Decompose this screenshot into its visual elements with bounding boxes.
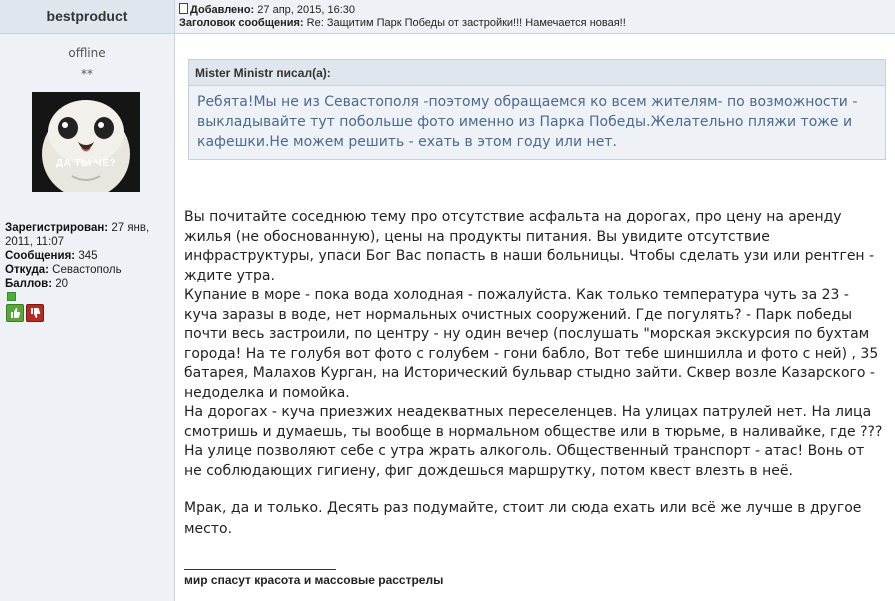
online-status: offline [68,46,106,60]
post-link-icon[interactable] [179,3,188,14]
added-value: 27 апр, 2015, 16:30 [257,4,355,16]
added-label: Добавлено: [190,4,255,16]
body-paragraph: Вы почитайте соседнюю тему про отсутстви… [184,209,875,284]
quote-text: Ребята!Мы не из Севастополя -поэтому обр… [197,94,858,150]
forum-post: bestproduct offline ** ДА ТЫ ЧЁ? Зарегис… [0,0,895,601]
post-closing: Мрак, да и только. Десять раз подумайте,… [184,500,862,537]
online-indicator-icon [7,292,16,301]
points-label: Баллов: [5,278,53,290]
profile-info: Зарегистрирован: 27 янв, 2011, 11:07 Соо… [5,221,165,291]
posts-label: Сообщения: [5,250,76,262]
avatar: ДА ТЫ ЧЁ? [32,92,140,192]
quote-box: Mister Ministr писал(а): Ребята!Мы не из… [188,59,886,160]
from-label: Откуда: [5,264,49,276]
posts-row: Сообщения: 345 [5,249,165,263]
vote-down-button[interactable] [26,304,44,322]
subject-label: Заголовок сообщения: [179,17,304,29]
points-value: 20 [55,278,69,290]
author-panel: bestproduct offline ** ДА ТЫ ЧЁ? Зарегис… [0,0,175,601]
author-name[interactable]: bestproduct [0,8,174,24]
vote-up-button[interactable] [6,304,24,322]
user-rank: ** [81,67,93,81]
post-body: Вы почитайте соседнюю тему про отсутстви… [184,208,886,481]
author-name-bar: bestproduct [0,0,174,34]
signature-divider [184,569,336,570]
post-subject-row: Заголовок сообщения: Re: Защитим Парк По… [179,17,626,29]
registered-label: Зарегистрирован: [5,222,109,234]
thumbs-down-icon [31,308,41,318]
avatar-caption: ДА ТЫ ЧЁ? [55,158,117,169]
body-paragraph: На дорогах - куча приезжих неадекватных … [184,404,883,479]
from-value: Севастополь [52,264,122,276]
quote-author: Mister Ministr писал(а): [189,60,885,86]
body-paragraph: Купание в море - пока вода холодная - по… [184,287,879,401]
thumbs-up-icon [11,308,21,318]
subject-value: Re: Защитим Парк Победы от застройки!!! … [306,17,626,29]
signature: мир спасут красота и массовые расстрелы [184,573,444,587]
posts-value: 345 [78,250,98,262]
owl-avatar-image [32,92,140,192]
points-row: Баллов: 20 [5,277,165,291]
post-header: Добавлено: 27 апр, 2015, 16:30 Заголовок… [175,0,895,34]
from-row: Откуда: Севастополь [5,263,165,277]
post-date-row: Добавлено: 27 апр, 2015, 16:30 [179,3,355,16]
registered-row: Зарегистрирован: 27 янв, 2011, 11:07 [5,221,165,249]
